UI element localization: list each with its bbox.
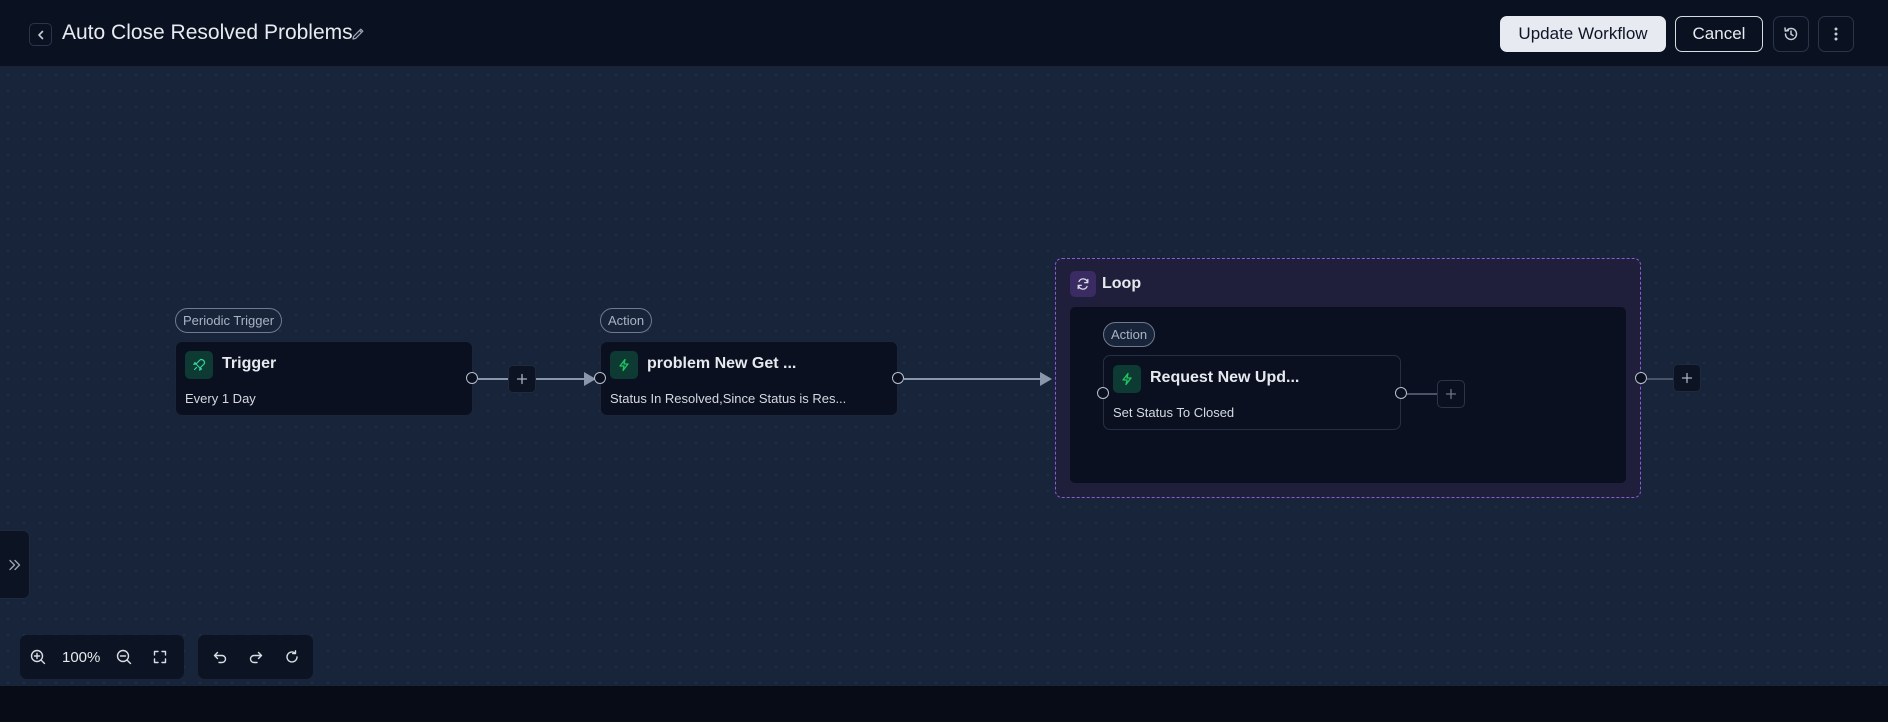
redo-button[interactable] bbox=[238, 639, 274, 675]
loop-output-port[interactable] bbox=[1635, 372, 1647, 384]
action-output-port[interactable] bbox=[892, 372, 904, 384]
add-step-button[interactable] bbox=[508, 365, 536, 393]
action-node-get-problem[interactable]: problem New Get ... Status In Resolved,S… bbox=[600, 341, 898, 416]
add-step-after-loop-button[interactable] bbox=[1673, 364, 1701, 392]
action-type-chip: Action bbox=[600, 308, 653, 333]
action-node-title: Request New Upd... bbox=[1150, 369, 1300, 386]
undo-button[interactable] bbox=[202, 639, 238, 675]
action-node-update-request[interactable]: Request New Upd... Set Status To Closed bbox=[1103, 355, 1401, 430]
action-node-subtitle: Status In Resolved,Since Status is Res..… bbox=[610, 391, 847, 406]
fullscreen-icon bbox=[154, 650, 167, 664]
bolt-icon bbox=[610, 351, 638, 379]
expand-sidebar-button[interactable] bbox=[0, 530, 30, 599]
action-type-chip: Action bbox=[1103, 322, 1156, 347]
action-node-subtitle: Set Status To Closed bbox=[1113, 405, 1235, 420]
edge-add-action bbox=[536, 378, 588, 380]
refresh-icon bbox=[1070, 271, 1096, 297]
bolt-icon bbox=[1113, 365, 1141, 393]
action-input-port[interactable] bbox=[594, 372, 606, 384]
zoom-level: 100% bbox=[62, 648, 101, 666]
loop-title: Loop bbox=[1102, 275, 1142, 292]
chevron-left-icon bbox=[37, 30, 43, 39]
chevrons-right-icon bbox=[8, 559, 20, 570]
zoom-in-button[interactable] bbox=[20, 639, 56, 675]
undo-icon bbox=[213, 651, 226, 664]
loop-action-output-port[interactable] bbox=[1395, 387, 1407, 399]
workflow-header: Auto Close Resolved Problems Update Work… bbox=[0, 0, 1888, 67]
back-button[interactable] bbox=[29, 23, 52, 46]
plus-icon bbox=[1681, 372, 1693, 384]
plus-icon bbox=[516, 373, 528, 385]
update-workflow-button[interactable]: Update Workflow bbox=[1500, 16, 1666, 52]
rotate-icon bbox=[285, 650, 298, 663]
cancel-button[interactable]: Cancel bbox=[1675, 16, 1763, 52]
reset-button[interactable] bbox=[274, 639, 310, 675]
trigger-node-subtitle: Every 1 Day bbox=[185, 391, 256, 406]
pencil-icon[interactable] bbox=[350, 26, 366, 42]
add-step-in-loop-button[interactable] bbox=[1437, 380, 1465, 408]
trigger-type-chip: Periodic Trigger bbox=[175, 308, 283, 333]
more-vertical-icon bbox=[1834, 27, 1838, 41]
edge-trigger-add bbox=[478, 378, 508, 380]
history-button[interactable] bbox=[1773, 16, 1809, 52]
edge-loop-add bbox=[1647, 378, 1674, 380]
zoom-in-icon bbox=[30, 649, 46, 665]
arrow-head-icon bbox=[1040, 372, 1052, 386]
plus-icon bbox=[1445, 388, 1457, 400]
page-title: Auto Close Resolved Problems bbox=[62, 21, 353, 44]
trigger-node[interactable]: Trigger Every 1 Day bbox=[175, 341, 473, 416]
action-node-title: problem New Get ... bbox=[647, 355, 797, 372]
trigger-output-port[interactable] bbox=[466, 372, 478, 384]
footer-bar bbox=[0, 686, 1888, 722]
zoom-out-button[interactable] bbox=[106, 639, 142, 675]
fit-view-button[interactable] bbox=[142, 639, 178, 675]
history-icon bbox=[1784, 27, 1798, 41]
history-toolbar bbox=[198, 635, 313, 679]
rocket-icon bbox=[185, 351, 213, 379]
edge-loop-action-add bbox=[1407, 393, 1437, 395]
edge-action-loop bbox=[904, 378, 1044, 380]
trigger-node-title: Trigger bbox=[222, 355, 277, 372]
loop-action-input-port[interactable] bbox=[1097, 387, 1109, 399]
redo-icon bbox=[249, 651, 262, 664]
zoom-out-icon bbox=[117, 649, 132, 665]
zoom-toolbar: 100% bbox=[20, 635, 184, 679]
more-options-button[interactable] bbox=[1818, 16, 1854, 52]
